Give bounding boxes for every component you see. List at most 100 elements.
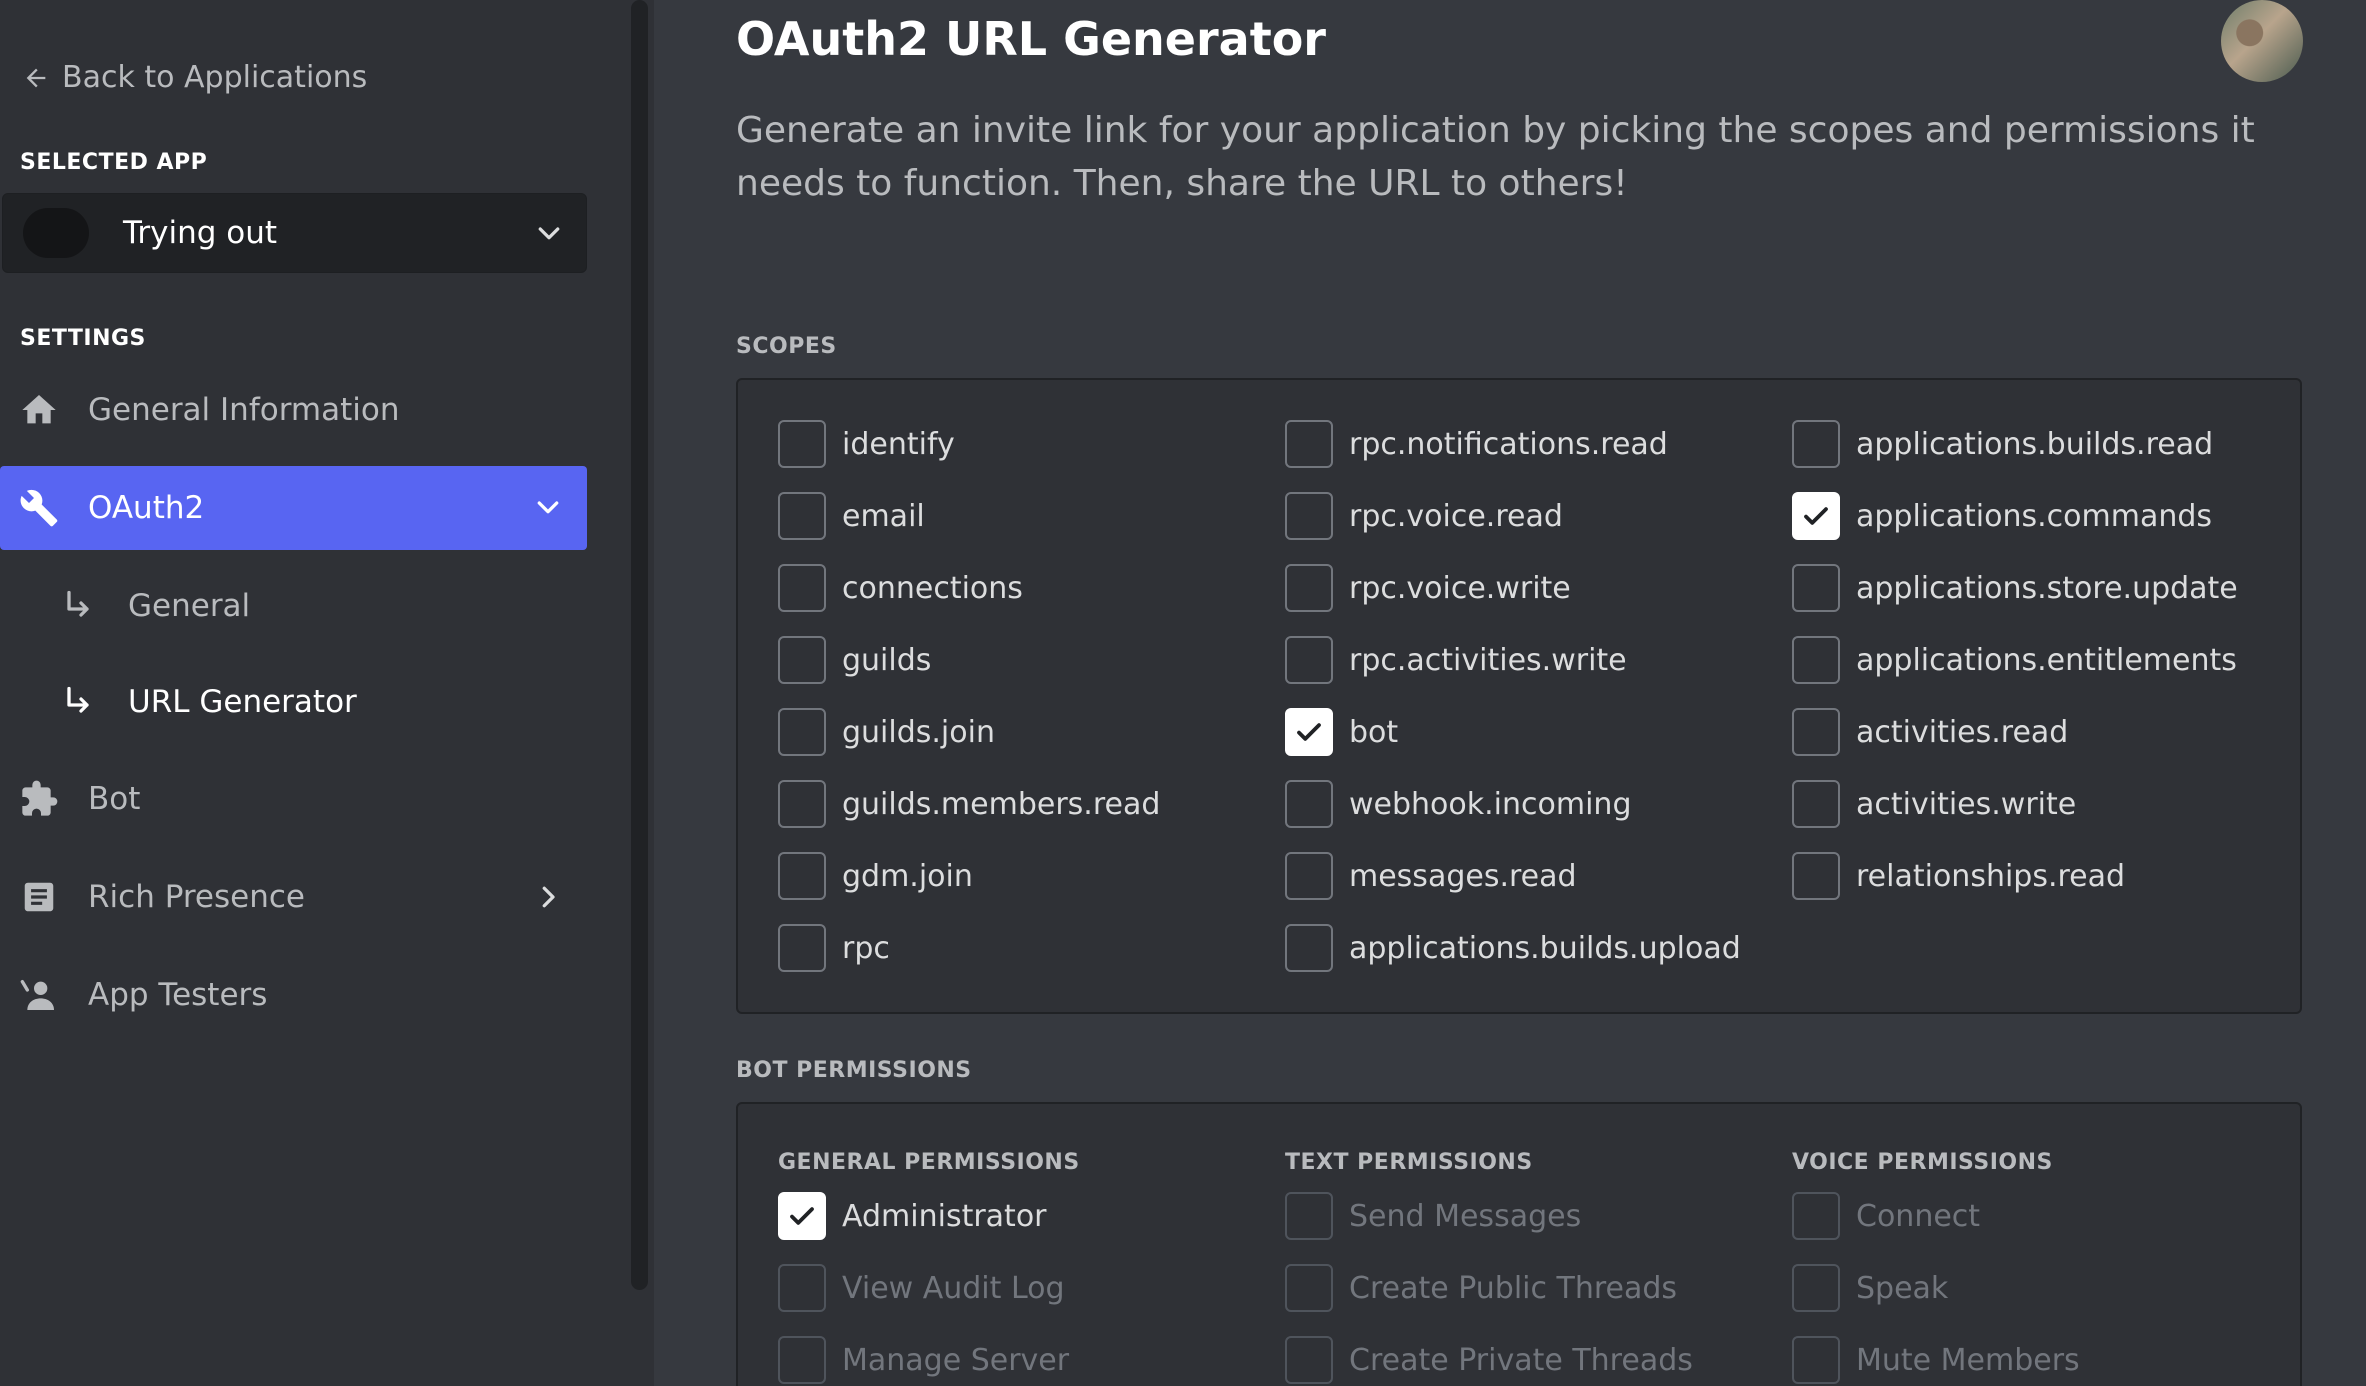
checkbox-label: rpc.voice.write: [1349, 570, 1571, 606]
checkbox-label: relationships.read: [1856, 858, 2126, 894]
scope-rpc-activities-write[interactable]: rpc.activities.write: [1285, 636, 1627, 684]
checkbox-checked[interactable]: [778, 1192, 826, 1240]
checkbox-checked[interactable]: [1285, 708, 1333, 756]
checkbox-label: Send Messages: [1349, 1198, 1582, 1234]
sidebar-item-label: Bot: [88, 781, 141, 817]
permission-group-heading: GENERAL PERMISSIONS: [778, 1150, 1080, 1175]
checkbox[interactable]: [1285, 564, 1333, 612]
checkbox-label: activities.read: [1856, 714, 2069, 750]
checkbox[interactable]: [778, 852, 826, 900]
checkbox[interactable]: [1285, 636, 1333, 684]
checkbox[interactable]: [778, 708, 826, 756]
scope-identify[interactable]: identify: [778, 420, 955, 468]
scope-gdm-join[interactable]: gdm.join: [778, 852, 973, 900]
scope-guilds[interactable]: guilds: [778, 636, 931, 684]
scope-relationships-read[interactable]: relationships.read: [1792, 852, 2125, 900]
permission-mute-members: Mute Members: [1792, 1336, 2080, 1384]
sidebar-item-label: Rich Presence: [88, 879, 305, 915]
checkbox[interactable]: [778, 780, 826, 828]
checkbox[interactable]: [778, 636, 826, 684]
bot-permissions-panel: GENERAL PERMISSIONS Administrator View Aud…: [736, 1102, 2302, 1386]
checkbox: [1792, 1336, 1840, 1384]
permission-administrator[interactable]: Administrator: [778, 1192, 1047, 1240]
scope-guilds-join[interactable]: guilds.join: [778, 708, 995, 756]
scope-connections[interactable]: connections: [778, 564, 1023, 612]
back-to-applications-link[interactable]: Back to Applications: [22, 60, 367, 95]
sidebar-subitem-general[interactable]: General: [0, 566, 587, 646]
checkbox[interactable]: [1285, 924, 1333, 972]
checkbox-label: rpc.notifications.read: [1349, 426, 1668, 462]
checkbox-checked[interactable]: [1792, 492, 1840, 540]
puzzle-icon: [18, 778, 60, 820]
settings-heading: SETTINGS: [20, 326, 146, 351]
checkbox-label: Manage Server: [842, 1342, 1070, 1378]
checkbox[interactable]: [778, 492, 826, 540]
checkbox[interactable]: [778, 924, 826, 972]
chevron-down-icon: [537, 501, 559, 514]
checkbox-label: rpc.activities.write: [1349, 642, 1627, 678]
arrow-left-icon: [26, 68, 46, 87]
checkbox[interactable]: [778, 420, 826, 468]
scope-applications-commands[interactable]: applications.commands: [1792, 492, 2212, 540]
checkbox-label: applications.commands: [1856, 498, 2213, 534]
scope-applications-entitlements[interactable]: applications.entitlements: [1792, 636, 2237, 684]
scope-activities-read[interactable]: activities.read: [1792, 708, 2068, 756]
checkbox[interactable]: [1792, 636, 1840, 684]
sidebar-item-oauth2[interactable]: OAuth2: [0, 466, 587, 550]
sidebar-item-bot[interactable]: Bot: [0, 757, 587, 841]
app-selector-dropdown[interactable]: Trying out: [2, 193, 587, 273]
checkbox-label: Connect: [1856, 1198, 1981, 1234]
home-icon: [18, 389, 60, 431]
permission-group-heading: VOICE PERMISSIONS: [1792, 1150, 2053, 1175]
sidebar-item-general-information[interactable]: General Information: [0, 368, 587, 452]
checkbox: [778, 1336, 826, 1384]
scope-rpc[interactable]: rpc: [778, 924, 890, 972]
checkbox[interactable]: [778, 564, 826, 612]
checkbox-label: applications.builds.upload: [1349, 930, 1741, 966]
sidebar-scrollbar[interactable]: [631, 0, 648, 1290]
checkbox-label: identify: [842, 426, 955, 462]
permission-connect: Connect: [1792, 1192, 1980, 1240]
checkbox[interactable]: [1792, 708, 1840, 756]
checkbox-label: activities.write: [1856, 786, 2077, 822]
sidebar-item-rich-presence[interactable]: Rich Presence: [0, 855, 587, 939]
scope-webhook-incoming[interactable]: webhook.incoming: [1285, 780, 1631, 828]
scope-bot[interactable]: bot: [1285, 708, 1398, 756]
scope-rpc-notifications-read[interactable]: rpc.notifications.read: [1285, 420, 1668, 468]
scope-email[interactable]: email: [778, 492, 925, 540]
chevron-right-icon: [542, 886, 555, 908]
checkmark-icon: [1297, 723, 1321, 741]
permission-create-public-threads: Create Public Threads: [1285, 1264, 1677, 1312]
scope-applications-builds-upload[interactable]: applications.builds.upload: [1285, 924, 1741, 972]
checkbox[interactable]: [1792, 420, 1840, 468]
checkbox[interactable]: [1792, 780, 1840, 828]
checkbox[interactable]: [1285, 492, 1333, 540]
checkbox[interactable]: [1285, 852, 1333, 900]
bot-permissions-heading: BOT PERMISSIONS: [736, 1058, 972, 1083]
checkbox: [1285, 1192, 1333, 1240]
sidebar-subitem-label: URL Generator: [128, 684, 357, 720]
scope-rpc-voice-read[interactable]: rpc.voice.read: [1285, 492, 1563, 540]
checkbox-label: Speak: [1856, 1270, 1949, 1306]
user-avatar[interactable]: [2221, 0, 2303, 82]
checkbox[interactable]: [1792, 564, 1840, 612]
selected-app-heading: SELECTED APP: [20, 150, 208, 175]
checkbox-label: Create Public Threads: [1349, 1270, 1678, 1306]
permission-manage-server: Manage Server: [778, 1336, 1069, 1384]
sidebar-item-app-testers[interactable]: App Testers: [0, 953, 587, 1037]
scope-activities-write[interactable]: activities.write: [1792, 780, 2076, 828]
scope-guilds-members-read[interactable]: guilds.members.read: [778, 780, 1160, 828]
checkbox[interactable]: [1285, 780, 1333, 828]
sidebar-subitem-url-generator[interactable]: URL Generator: [0, 662, 587, 742]
scope-applications-store-update[interactable]: applications.store.update: [1792, 564, 2238, 612]
selected-app-name: Trying out: [123, 215, 278, 251]
checkbox: [778, 1264, 826, 1312]
scope-applications-builds-read[interactable]: applications.builds.read: [1792, 420, 2213, 468]
scope-messages-read[interactable]: messages.read: [1285, 852, 1577, 900]
checkbox[interactable]: [1792, 852, 1840, 900]
checkbox: [1792, 1192, 1840, 1240]
checkbox[interactable]: [1285, 420, 1333, 468]
checkbox: [1285, 1336, 1333, 1384]
app-avatar: [23, 208, 89, 258]
scope-rpc-voice-write[interactable]: rpc.voice.write: [1285, 564, 1571, 612]
